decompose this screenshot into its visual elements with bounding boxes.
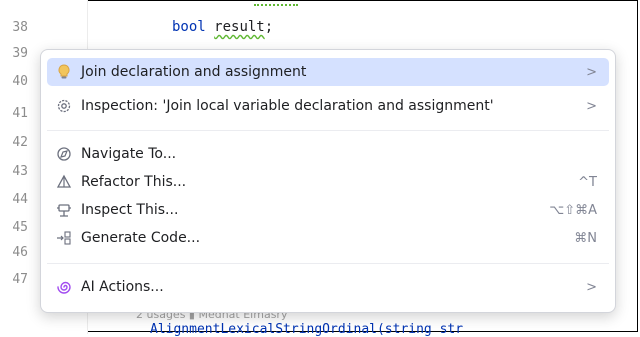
menu-item-navigate-to[interactable]: Navigate To... xyxy=(47,140,609,168)
lightbulb-icon xyxy=(55,63,73,81)
shortcut-label: ^T xyxy=(578,174,597,190)
menu-item-inspection[interactable]: Inspection: 'Join local variable declara… xyxy=(47,92,609,120)
navigate-icon xyxy=(55,145,73,163)
inspection-dots xyxy=(254,4,298,8)
line-number: 44 xyxy=(12,192,28,207)
inspection-gear-icon xyxy=(55,97,73,115)
chevron-right-icon: > xyxy=(586,64,597,80)
shortcut-label: ⌥⇧⌘A xyxy=(549,202,597,218)
line-number: 45 xyxy=(12,220,28,235)
menu-item-generate-code[interactable]: Generate Code... ⌘N xyxy=(47,224,609,252)
ai-spiral-icon xyxy=(55,278,73,296)
menu-item-inspect-this[interactable]: Inspect This... ⌥⇧⌘A xyxy=(47,196,609,224)
generate-icon xyxy=(55,229,73,247)
line-number: 40 xyxy=(12,74,28,89)
code-line[interactable]: bool result; xyxy=(172,19,273,35)
line-number: 39 xyxy=(12,46,28,61)
chevron-right-icon: > xyxy=(586,98,597,114)
menu-item-label: Inspect This... xyxy=(81,202,179,218)
line-number: 38 xyxy=(12,20,28,35)
menu-item-label: Navigate To... xyxy=(81,146,177,162)
intention-actions-popup: Join declaration and assignment > Inspec… xyxy=(40,49,616,313)
menu-separator xyxy=(47,263,609,264)
refactor-icon xyxy=(55,173,73,191)
menu-item-label: AI Actions... xyxy=(81,279,164,295)
menu-item-refactor-this[interactable]: Refactor This... ^T xyxy=(47,168,609,196)
menu-item-label: Refactor This... xyxy=(81,174,187,190)
menu-item-ai-actions[interactable]: AI Actions... > xyxy=(47,273,609,301)
shortcut-label: ⌘N xyxy=(574,230,597,246)
inspect-icon xyxy=(55,201,73,219)
code-semicolon: ; xyxy=(264,19,274,35)
line-number: 47 xyxy=(12,272,28,287)
menu-item-label: Generate Code... xyxy=(81,230,201,246)
line-number: 46 xyxy=(12,245,28,260)
line-number: 41 xyxy=(12,106,28,121)
menu-separator xyxy=(47,130,609,131)
code-keyword: bool xyxy=(172,19,206,35)
code-line-bottom: AlignmentLexicalStringOrdinal(string str xyxy=(150,322,464,337)
menu-item-label: Join declaration and assignment xyxy=(81,64,307,80)
line-number: 42 xyxy=(12,135,28,150)
line-number: 43 xyxy=(12,164,28,179)
code-variable[interactable]: result xyxy=(214,19,265,35)
menu-item-label: Inspection: 'Join local variable declara… xyxy=(81,98,494,114)
menu-item-join-declaration[interactable]: Join declaration and assignment > xyxy=(47,58,609,86)
chevron-right-icon: > xyxy=(586,279,597,295)
